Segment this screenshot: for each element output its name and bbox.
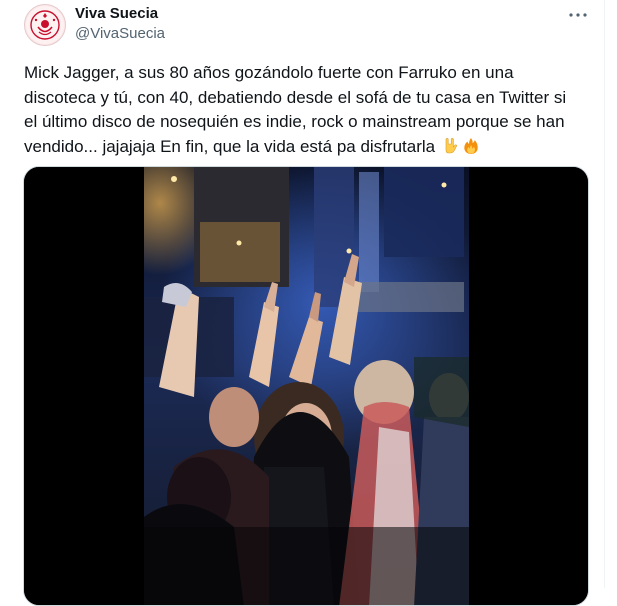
tweet-card[interactable]: Viva Suecia @VivaSuecia Mick Jagger, a s… — [0, 0, 617, 606]
rock-on-hand-icon — [445, 137, 457, 153]
viva-suecia-logo-icon — [26, 6, 64, 44]
more-options-icon — [569, 13, 587, 17]
video-player[interactable] — [23, 166, 589, 606]
author-handle[interactable]: @VivaSuecia — [75, 25, 165, 43]
video-frame — [24, 167, 588, 605]
tweet-text-line: Mick Jagger, a sus 80 años gozándolo fue… — [24, 63, 514, 82]
tweet-text: Mick Jagger, a sus 80 años gozándolo fue… — [24, 61, 604, 159]
tweet-text-line: vendido... jajajaja En fin, que la vida … — [24, 136, 436, 156]
fire-icon — [464, 137, 478, 154]
avatar[interactable] — [24, 4, 66, 46]
author-name[interactable]: Viva Suecia — [75, 5, 158, 23]
more-options-button[interactable] — [566, 6, 590, 24]
tweet-text-line: el último disco de nosequién es indie, r… — [24, 112, 565, 131]
timeline-divider — [604, 0, 605, 588]
tweet-text-line: discoteca y tú, con 40, debatiendo desde… — [24, 87, 567, 107]
tweet-text-line-last: vendido... jajajaja En fin, que la vida … — [24, 135, 604, 160]
